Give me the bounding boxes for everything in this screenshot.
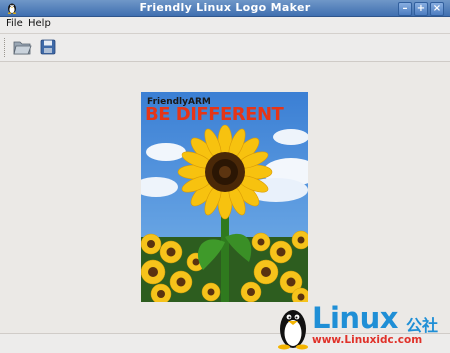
watermark-linux-text: Linux bbox=[312, 301, 398, 335]
open-folder-icon[interactable] bbox=[12, 37, 32, 57]
menu-bar: File Help bbox=[0, 17, 450, 34]
watermark-cn-text: 公社 bbox=[406, 316, 439, 335]
logo-preview-image: FriendlyARM BE DIFFERENT bbox=[141, 92, 308, 302]
logo-canvas-area: FriendlyARM BE DIFFERENT bbox=[0, 62, 450, 332]
logo-slogan: BE DIFFERENT bbox=[145, 104, 284, 125]
watermark-url: www.Linuxidc.com bbox=[312, 334, 423, 346]
menu-file[interactable]: File bbox=[6, 18, 23, 29]
toolbar bbox=[0, 34, 450, 62]
window-title: Friendly Linux Logo Maker bbox=[139, 1, 311, 14]
close-button[interactable]: × bbox=[430, 2, 444, 16]
minimize-button[interactable]: – bbox=[398, 2, 412, 16]
save-disk-icon[interactable] bbox=[38, 37, 58, 57]
maximize-button[interactable]: + bbox=[414, 2, 428, 16]
title-bar: Friendly Linux Logo Maker – + × bbox=[0, 0, 450, 17]
toolbar-grip[interactable] bbox=[4, 38, 8, 57]
menu-help[interactable]: Help bbox=[28, 18, 51, 29]
